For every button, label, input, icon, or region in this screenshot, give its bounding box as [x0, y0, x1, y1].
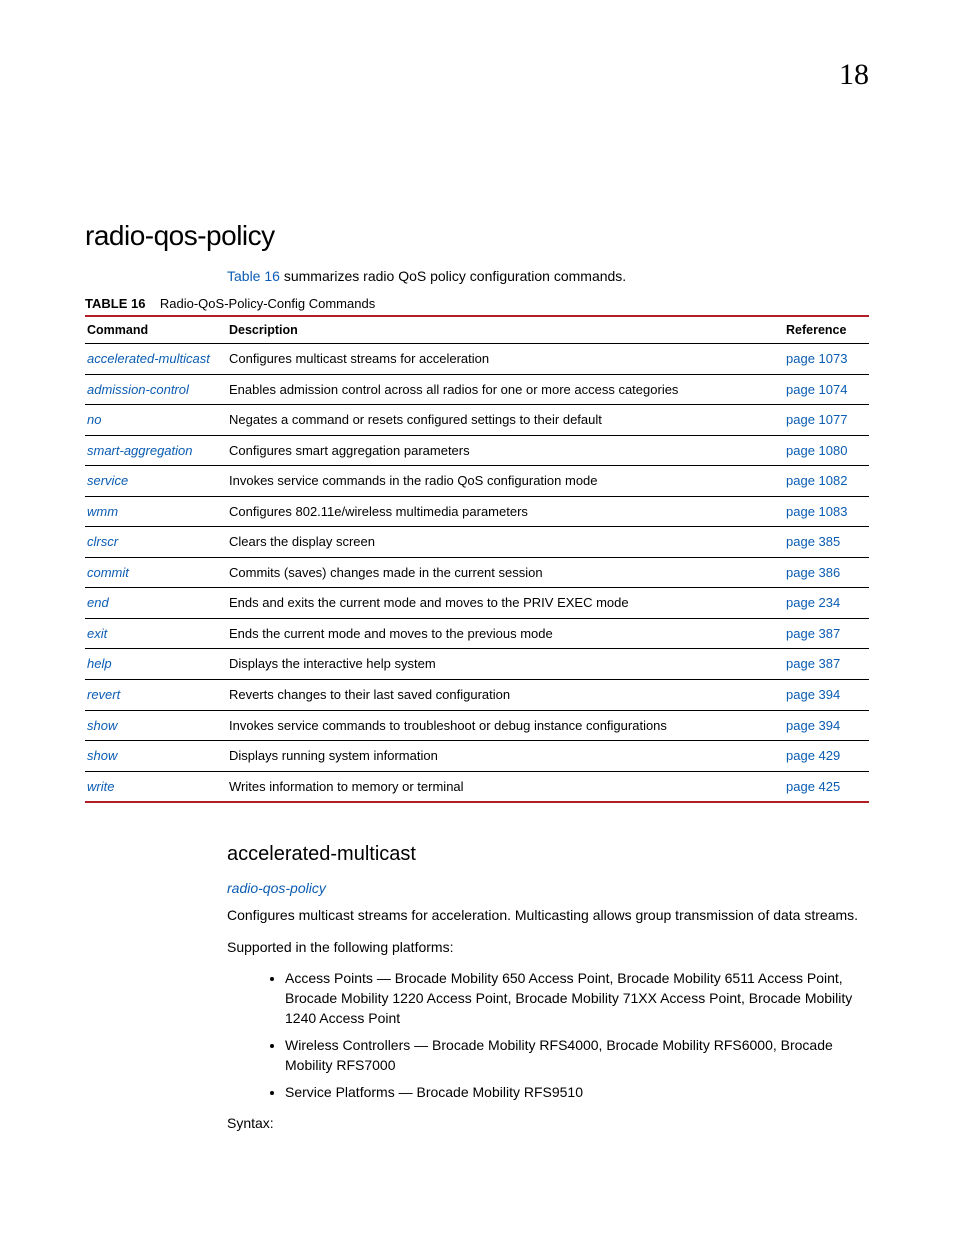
- command-link[interactable]: help: [85, 649, 227, 680]
- list-item: Access Points — Brocade Mobility 650 Acc…: [285, 969, 869, 1028]
- reference-link[interactable]: page 1073: [784, 344, 869, 375]
- syntax-label: Syntax:: [227, 1115, 869, 1131]
- command-link[interactable]: show: [85, 741, 227, 772]
- command-description: Reverts changes to their last saved conf…: [227, 680, 784, 711]
- command-description: Displays running system information: [227, 741, 784, 772]
- command-link[interactable]: wmm: [85, 496, 227, 527]
- table-row: clrscrClears the display screenpage 385: [85, 527, 869, 558]
- section-body-1: Configures multicast streams for acceler…: [227, 906, 869, 926]
- command-link[interactable]: service: [85, 466, 227, 497]
- command-link[interactable]: exit: [85, 618, 227, 649]
- th-command: Command: [85, 316, 227, 344]
- reference-link[interactable]: page 385: [784, 527, 869, 558]
- table-row: revertReverts changes to their last save…: [85, 680, 869, 711]
- command-description: Configures 802.11e/wireless multimedia p…: [227, 496, 784, 527]
- command-link[interactable]: no: [85, 405, 227, 436]
- reference-link[interactable]: page 1083: [784, 496, 869, 527]
- command-link[interactable]: admission-control: [85, 374, 227, 405]
- reference-link[interactable]: page 234: [784, 588, 869, 619]
- reference-link[interactable]: page 1074: [784, 374, 869, 405]
- reference-link[interactable]: page 429: [784, 741, 869, 772]
- table-caption-label: TABLE 16: [85, 296, 145, 311]
- command-link[interactable]: commit: [85, 557, 227, 588]
- th-description: Description: [227, 316, 784, 344]
- command-description: Enables admission control across all rad…: [227, 374, 784, 405]
- reference-link[interactable]: page 394: [784, 680, 869, 711]
- command-description: Writes information to memory or terminal: [227, 771, 784, 802]
- table-row: helpDisplays the interactive help system…: [85, 649, 869, 680]
- reference-link[interactable]: page 425: [784, 771, 869, 802]
- table-row: showDisplays running system informationp…: [85, 741, 869, 772]
- parent-link[interactable]: radio-qos-policy: [227, 880, 869, 896]
- reference-link[interactable]: page 387: [784, 649, 869, 680]
- table-row: showInvokes service commands to troubles…: [85, 710, 869, 741]
- table-row: accelerated-multicastConfigures multicas…: [85, 344, 869, 375]
- table-row: admission-controlEnables admission contr…: [85, 374, 869, 405]
- table-caption-text: Radio-QoS-Policy-Config Commands: [160, 296, 375, 311]
- section-heading: accelerated-multicast: [227, 843, 869, 866]
- command-link[interactable]: accelerated-multicast: [85, 344, 227, 375]
- platforms-list: Access Points — Brocade Mobility 650 Acc…: [267, 969, 869, 1103]
- reference-link[interactable]: page 1082: [784, 466, 869, 497]
- table-row: wmmConfigures 802.11e/wireless multimedi…: [85, 496, 869, 527]
- command-link[interactable]: end: [85, 588, 227, 619]
- command-link[interactable]: clrscr: [85, 527, 227, 558]
- commands-table: Command Description Reference accelerate…: [85, 315, 869, 803]
- command-link[interactable]: revert: [85, 680, 227, 711]
- command-link[interactable]: write: [85, 771, 227, 802]
- command-link[interactable]: smart-aggregation: [85, 435, 227, 466]
- command-description: Clears the display screen: [227, 527, 784, 558]
- reference-link[interactable]: page 394: [784, 710, 869, 741]
- command-description: Configures smart aggregation parameters: [227, 435, 784, 466]
- reference-link[interactable]: page 386: [784, 557, 869, 588]
- table-ref-link[interactable]: Table 16: [227, 268, 280, 284]
- reference-link[interactable]: page 1080: [784, 435, 869, 466]
- list-item: Service Platforms — Brocade Mobility RFS…: [285, 1083, 869, 1103]
- table-row: serviceInvokes service commands in the r…: [85, 466, 869, 497]
- table-row: commitCommits (saves) changes made in th…: [85, 557, 869, 588]
- list-item: Wireless Controllers — Brocade Mobility …: [285, 1036, 869, 1075]
- intro-rest: summarizes radio QoS policy configuratio…: [280, 268, 626, 284]
- command-description: Invokes service commands to troubleshoot…: [227, 710, 784, 741]
- command-description: Configures multicast streams for acceler…: [227, 344, 784, 375]
- reference-link[interactable]: page 387: [784, 618, 869, 649]
- intro-text: Table 16 summarizes radio QoS policy con…: [227, 268, 869, 284]
- command-description: Invokes service commands in the radio Qo…: [227, 466, 784, 497]
- table-row: writeWrites information to memory or ter…: [85, 771, 869, 802]
- reference-link[interactable]: page 1077: [784, 405, 869, 436]
- table-row: noNegates a command or resets configured…: [85, 405, 869, 436]
- page-title: radio-qos-policy: [85, 220, 869, 252]
- command-description: Displays the interactive help system: [227, 649, 784, 680]
- command-description: Negates a command or resets configured s…: [227, 405, 784, 436]
- table-row: endEnds and exits the current mode and m…: [85, 588, 869, 619]
- table-row: exitEnds the current mode and moves to t…: [85, 618, 869, 649]
- command-link[interactable]: show: [85, 710, 227, 741]
- command-description: Commits (saves) changes made in the curr…: [227, 557, 784, 588]
- table-row: smart-aggregationConfigures smart aggreg…: [85, 435, 869, 466]
- command-description: Ends and exits the current mode and move…: [227, 588, 784, 619]
- section-body-2: Supported in the following platforms:: [227, 938, 869, 958]
- command-description: Ends the current mode and moves to the p…: [227, 618, 784, 649]
- th-reference: Reference: [784, 316, 869, 344]
- chapter-number: 18: [839, 58, 869, 92]
- table-caption: TABLE 16 Radio-QoS-Policy-Config Command…: [85, 296, 869, 311]
